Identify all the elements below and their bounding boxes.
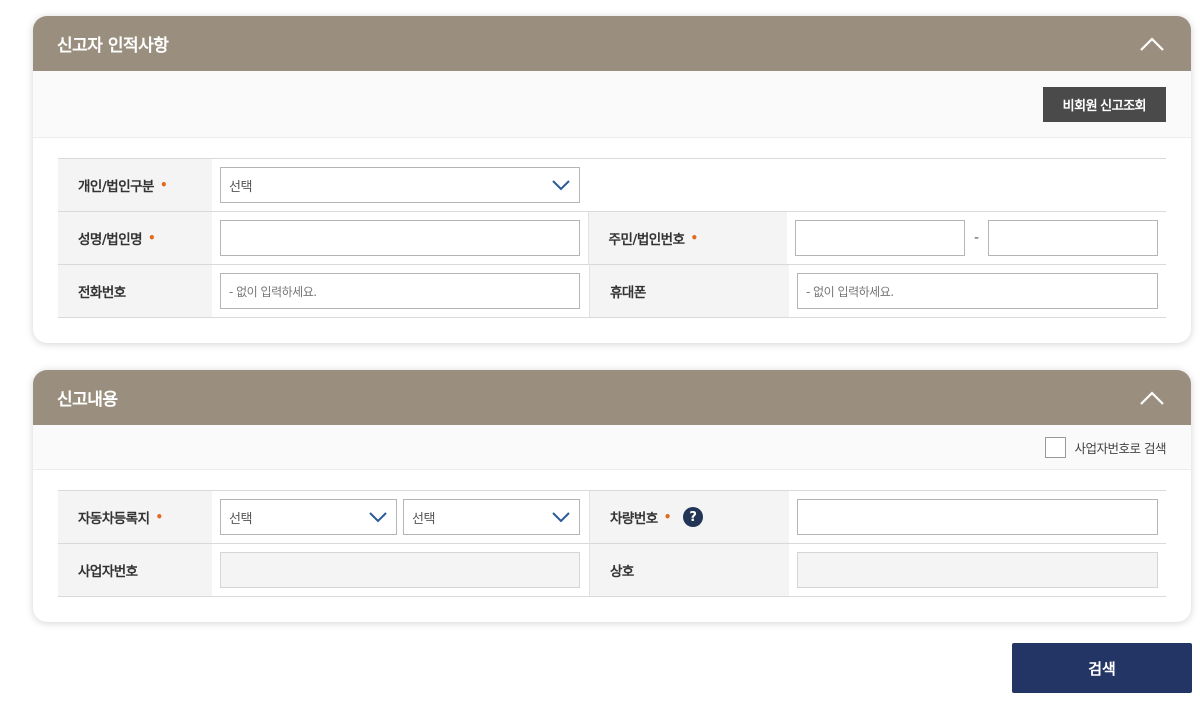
- company-label-cell: 상호: [589, 544, 789, 596]
- chevron-down-icon: [369, 511, 387, 522]
- company-value-cell: [789, 544, 1166, 596]
- phone-input[interactable]: - 없이 입력하세요.: [220, 273, 580, 309]
- bizno-input: [220, 552, 580, 588]
- phone-label: 전화번호: [78, 285, 126, 301]
- mobile-placeholder: - 없이 입력하세요.: [806, 284, 894, 299]
- content-collapse-button[interactable]: [1137, 383, 1167, 413]
- form-row-name: 성명/법인명 • 주민/법인번호 • -: [58, 212, 1166, 265]
- search-button[interactable]: 검색: [1012, 643, 1192, 693]
- idnum-separator: -: [973, 230, 979, 246]
- name-label-cell: 성명/법인명 •: [58, 212, 212, 264]
- reporter-form-table: 개인/법인구분 • 선택 성명/법인명 • 주민/법인번호 • - 전화번호 -…: [58, 158, 1166, 318]
- content-panel-header: 신고내용: [33, 370, 1191, 425]
- person-corp-type-value: 선택: [229, 179, 252, 195]
- idnum-label-cell: 주민/법인번호 •: [587, 212, 787, 264]
- name-value-cell: [211, 212, 588, 264]
- chevron-down-icon: [552, 179, 570, 190]
- required-mark: •: [690, 231, 699, 245]
- company-input: [797, 552, 1158, 588]
- person-corp-type-select[interactable]: 선택: [220, 167, 580, 203]
- content-panel-title: 신고내용: [57, 390, 118, 410]
- type-label-cell: 개인/법인구분 •: [58, 159, 212, 211]
- required-mark: •: [148, 231, 156, 245]
- form-row-bizno: 사업자번호 상호: [58, 544, 1166, 597]
- content-subbar: 사업자번호로 검색: [33, 425, 1191, 470]
- mobile-label: 휴대폰: [610, 285, 646, 301]
- mobile-input[interactable]: - 없이 입력하세요.: [797, 273, 1158, 309]
- name-label: 성명/법인명: [78, 232, 143, 248]
- bizno-search-option[interactable]: 사업자번호로 검색: [1044, 436, 1167, 458]
- bizno-value-cell: [212, 544, 589, 596]
- phone-label-cell: 전화번호: [58, 265, 212, 317]
- chevron-up-icon: [1140, 390, 1164, 405]
- required-mark: •: [155, 510, 164, 524]
- reporter-info-panel: 신고자 인적사항 비회원 신고조회 개인/법인구분 • 선택 성명/법인명 •: [33, 16, 1191, 343]
- report-content-panel: 신고내용 사업자번호로 검색 자동차등록지 • 선택 선택 차량번호 • ? 사…: [33, 370, 1191, 622]
- idnum-first-input[interactable]: [794, 220, 965, 256]
- form-row-type: 개인/법인구분 • 선택: [58, 159, 1166, 212]
- content-form-table: 자동차등록지 • 선택 선택 차량번호 • ? 사업자번호 상호: [58, 490, 1166, 597]
- company-label: 상호: [610, 564, 634, 580]
- type-label: 개인/법인구분: [78, 179, 154, 195]
- vehicle-no-value-cell: [789, 491, 1166, 543]
- bizno-search-checkbox[interactable]: [1044, 436, 1066, 458]
- registry-label: 자동차등록지: [78, 511, 150, 527]
- mobile-value-cell: - 없이 입력하세요.: [789, 265, 1166, 317]
- reporter-subbar: 비회원 신고조회: [33, 71, 1191, 138]
- reporter-panel-title: 신고자 인적사항: [57, 36, 169, 56]
- name-input[interactable]: [219, 220, 580, 256]
- mobile-label-cell: 휴대폰: [589, 265, 789, 317]
- required-mark: •: [159, 178, 168, 192]
- form-row-phone: 전화번호 - 없이 입력하세요. 휴대폰 - 없이 입력하세요.: [58, 265, 1166, 318]
- registry-district-value: 선택: [412, 511, 435, 527]
- vehicle-no-label-cell: 차량번호 • ?: [589, 491, 789, 543]
- chevron-up-icon: [1140, 36, 1164, 51]
- phone-placeholder: - 없이 입력하세요.: [229, 284, 317, 299]
- bizno-search-label: 사업자번호로 검색: [1074, 440, 1167, 456]
- registry-district-select[interactable]: 선택: [403, 499, 580, 535]
- vehicle-no-input[interactable]: [797, 499, 1158, 535]
- registry-value-cell: 선택 선택: [212, 491, 589, 543]
- required-mark: •: [663, 510, 672, 524]
- phone-value-cell: - 없이 입력하세요.: [212, 265, 589, 317]
- chevron-down-icon: [552, 511, 570, 522]
- nonmember-report-lookup-button[interactable]: 비회원 신고조회: [1042, 86, 1166, 122]
- idnum-value-cell: -: [786, 212, 1166, 264]
- form-row-registry: 자동차등록지 • 선택 선택 차량번호 • ?: [58, 491, 1166, 544]
- vehicle-no-label: 차량번호: [610, 511, 658, 527]
- registry-region-select[interactable]: 선택: [220, 499, 397, 535]
- registry-label-cell: 자동차등록지 •: [58, 491, 212, 543]
- reporter-collapse-button[interactable]: [1137, 29, 1167, 59]
- registry-region-value: 선택: [229, 511, 252, 527]
- reporter-panel-header: 신고자 인적사항: [33, 16, 1191, 71]
- idnum-second-input[interactable]: [988, 220, 1158, 256]
- type-value-cell: 선택: [212, 159, 1166, 211]
- question-circle-icon[interactable]: ?: [682, 507, 703, 527]
- bizno-label: 사업자번호: [78, 564, 138, 580]
- idnum-label: 주민/법인번호: [608, 232, 685, 248]
- bizno-label-cell: 사업자번호: [58, 544, 212, 596]
